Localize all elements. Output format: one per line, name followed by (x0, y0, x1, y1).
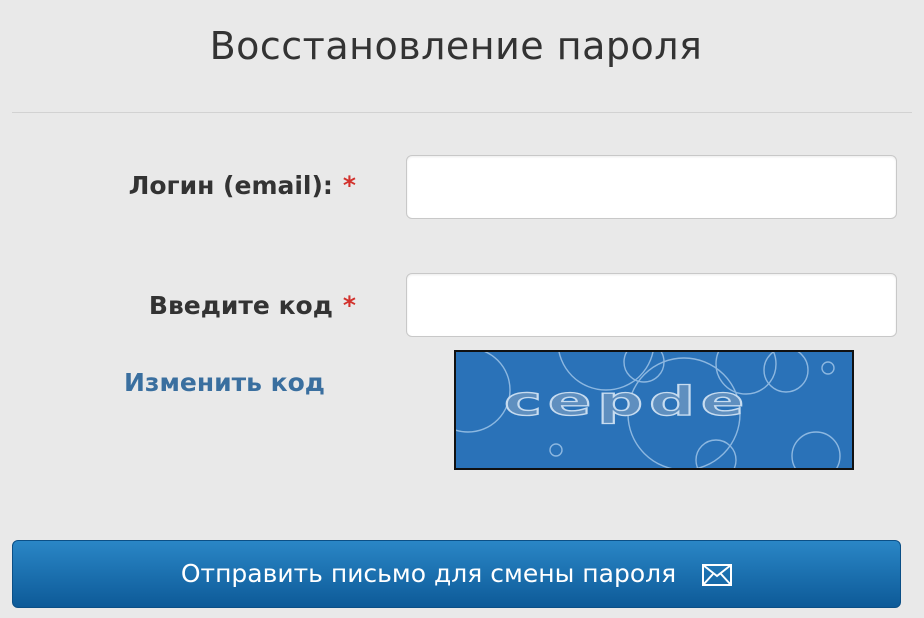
login-label-text: Логин (email): (128, 171, 333, 200)
password-recovery-panel: Восстановление пароля Логин (email): * Вв… (0, 0, 924, 618)
title-divider (12, 112, 912, 113)
page-title: Восстановление пароля (209, 24, 703, 68)
captcha-graphic: cepde (456, 352, 841, 468)
login-required-mark: * (342, 171, 356, 200)
code-label-text: Введите код (148, 291, 333, 320)
captcha-code-input[interactable] (406, 273, 897, 337)
code-label: Введите код * (149, 290, 356, 322)
captcha-text: cepde (504, 379, 750, 425)
change-code-link[interactable]: Изменить код (124, 366, 325, 400)
captcha-image: cepde (454, 350, 854, 470)
code-required-mark: * (342, 291, 356, 320)
envelope-icon (702, 563, 733, 586)
login-label: Логин (email): * (129, 170, 356, 202)
send-reset-email-label: Отправить письмо для смены пароля (180, 559, 677, 588)
send-reset-email-button[interactable]: Отправить письмо для смены пароля (12, 540, 901, 608)
login-email-input[interactable] (406, 155, 897, 219)
